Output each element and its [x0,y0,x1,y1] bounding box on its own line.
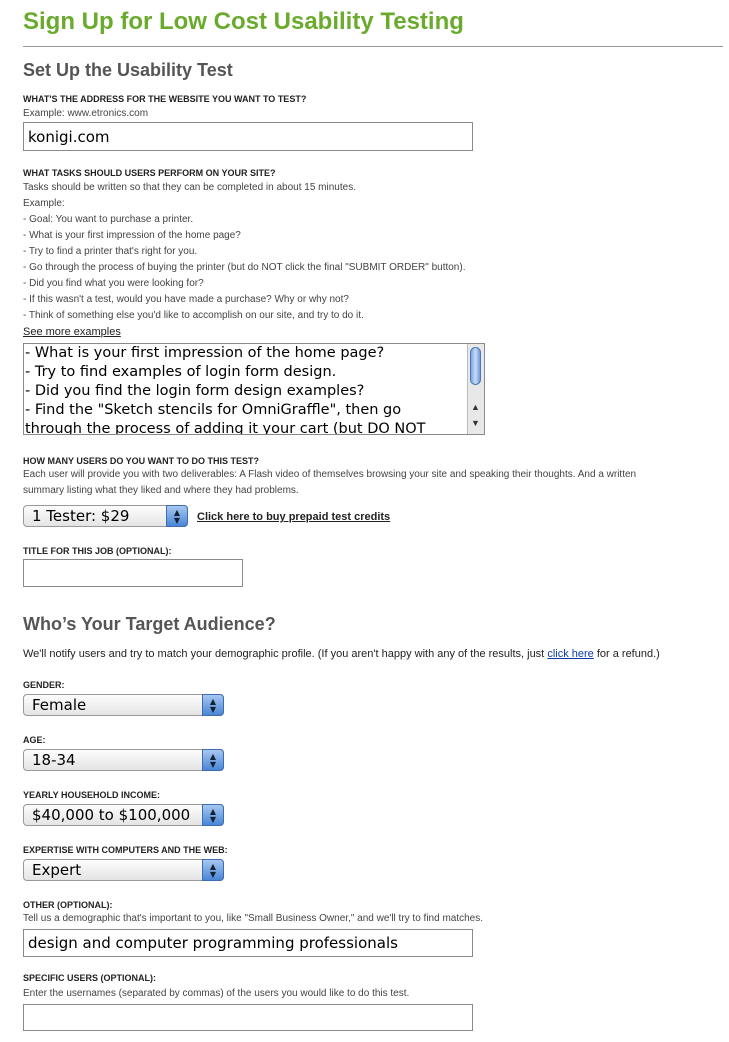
select-arrows-icon: ▲ ▼ [202,859,224,881]
tasks-label: WHAT TASKS SHOULD USERS PERFORM ON YOUR … [23,168,276,178]
tasks-scrollbar[interactable]: ▲ ▼ [467,344,484,434]
tasks-help-line: Tasks should be written so that they can… [23,182,356,193]
specific-users-help: Enter the usernames (separated by commas… [23,988,410,999]
title-divider [23,46,723,47]
tasks-help-line: - Goal: You want to purchase a printer. [23,214,194,225]
audience-intro-text-end: for a refund.) [593,648,660,660]
tasks-help-line: - Did you find what you were looking for… [23,278,204,289]
job-title-label: TITLE FOR THIS JOB (OPTIONAL): [23,546,172,556]
users-help-line: summary listing what they liked and wher… [23,485,299,496]
tasks-help-line: - If this wasn't a test, would you have … [23,294,349,305]
select-arrows-icon: ▲ ▼ [202,749,224,771]
tasks-textarea-content: - What is your first impression of the h… [25,344,465,435]
website-example: Example: www.etronics.com [23,108,149,119]
tasks-help-line: - Go through the process of buying the p… [23,262,466,273]
see-more-examples-link[interactable]: See more examples [23,326,121,338]
testers-selected-value: 1 Tester: $29 [32,507,130,525]
expertise-label: EXPERTISE WITH COMPUTERS AND THE WEB: [23,845,228,855]
expertise-select[interactable]: Expert ▲ ▼ [23,859,224,881]
select-arrows-icon: ▲ ▼ [166,505,188,527]
tasks-help-line: Example: [23,198,65,209]
job-title-input[interactable] [23,559,243,587]
website-label: WHAT'S THE ADDRESS FOR THE WEBSITE YOU W… [23,94,307,104]
testers-select[interactable]: 1 Tester: $29 ▲ ▼ [23,505,188,527]
select-arrows-icon: ▲ ▼ [202,694,224,716]
website-input[interactable] [23,122,473,151]
tasks-textarea[interactable]: - What is your first impression of the h… [23,343,485,435]
gender-label: GENDER: [23,680,65,690]
audience-intro-text: We'll notify users and try to match your… [23,648,548,660]
tasks-help-line: - Try to find a printer that's right for… [23,246,198,257]
gender-select[interactable]: Female ▲ ▼ [23,694,224,716]
tasks-help-line: - What is your first impression of the h… [23,230,241,241]
age-label: AGE: [23,735,46,745]
prepaid-credits-link[interactable]: Click here to buy prepaid test credits [197,511,390,523]
specific-users-label: SPECIFIC USERS (OPTIONAL): [23,973,157,983]
income-value: $40,000 to $100,000 [32,806,191,824]
tasks-help-line: - Think of something else you'd like to … [23,310,364,321]
tasks-line: - Find the "Sketch stencils for OmniGraf… [25,402,402,418]
age-select[interactable]: 18-34 ▲ ▼ [23,749,224,771]
age-value: 18-34 [32,751,76,769]
tasks-line: - What is your first impression of the h… [25,345,385,361]
income-label: YEARLY HOUSEHOLD INCOME: [23,790,161,800]
refund-link[interactable]: click here [547,648,593,660]
tasks-line: - Did you find the login form design exa… [25,383,365,399]
specific-users-input[interactable] [23,1004,473,1031]
page-title: Sign Up for Low Cost Usability Testing [23,8,464,35]
users-help-line: Each user will provide you with two deli… [23,469,637,480]
other-input[interactable] [23,929,473,957]
expertise-value: Expert [32,861,82,879]
other-help: Tell us a demographic that's important t… [23,913,484,924]
users-label: HOW MANY USERS DO YOU WANT TO DO THIS TE… [23,456,260,466]
scroll-up-arrow-icon[interactable]: ▲ [471,402,480,412]
tasks-line: - Try to find examples of login form des… [25,364,337,380]
income-select[interactable]: $40,000 to $100,000 ▲ ▼ [23,804,224,826]
select-arrows-icon: ▲ ▼ [202,804,224,826]
scroll-down-arrow-icon[interactable]: ▼ [471,418,480,428]
other-label: OTHER (OPTIONAL): [23,900,113,910]
audience-intro: We'll notify users and try to match your… [23,648,660,660]
tasks-line: through the process of adding it your ca… [25,421,426,435]
setup-heading: Set Up the Usability Test [23,60,233,80]
audience-heading: Who’s Your Target Audience? [23,614,276,634]
gender-value: Female [32,696,87,714]
scroll-thumb[interactable] [470,347,481,385]
